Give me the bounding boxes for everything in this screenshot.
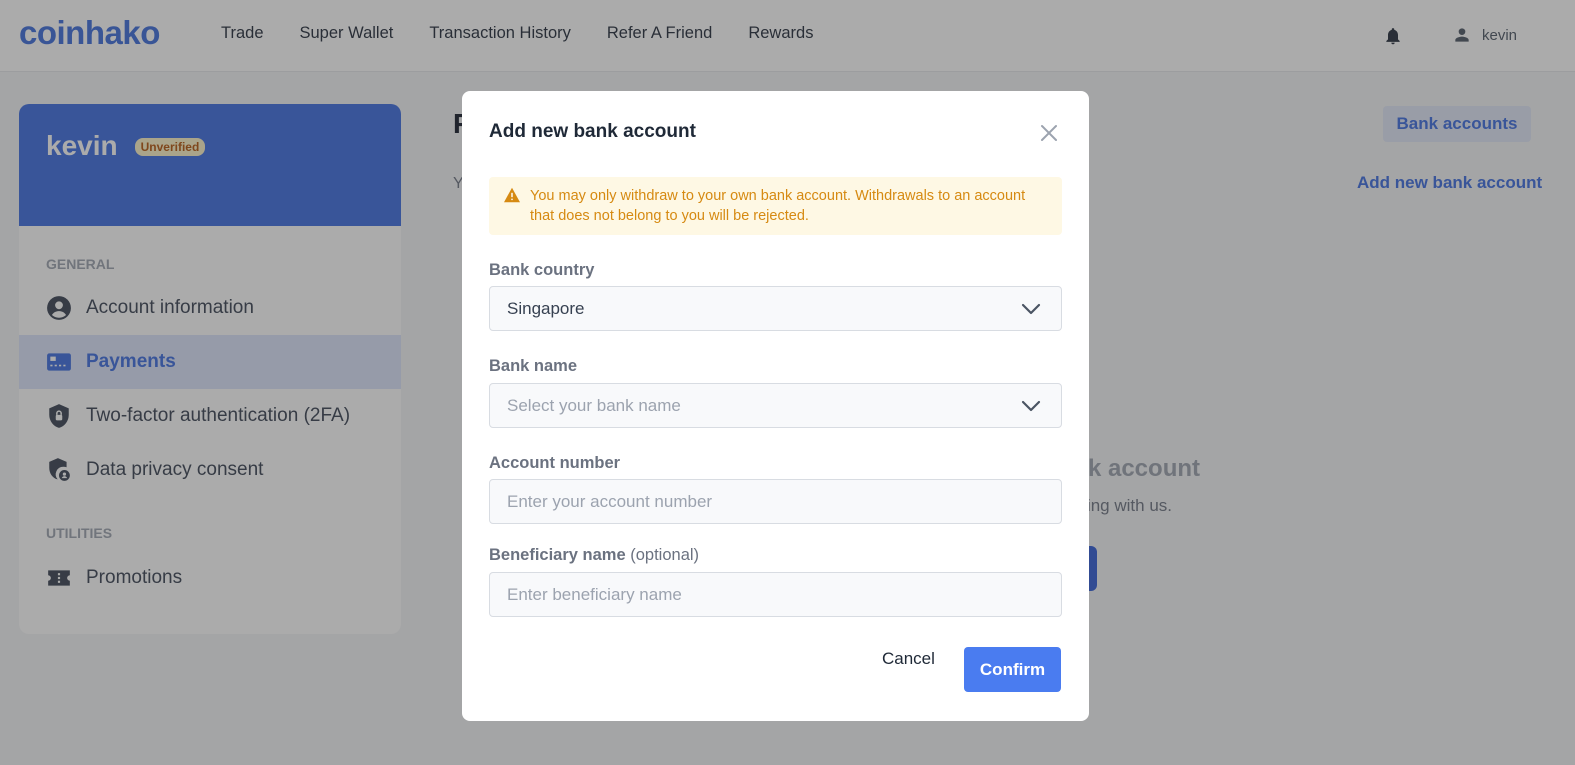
beneficiary-name-field[interactable] [489, 572, 1062, 617]
beneficiary-name-input[interactable] [507, 584, 1044, 605]
bank-country-label: Bank country [489, 261, 595, 279]
bank-name-placeholder: Select your bank name [507, 395, 681, 415]
close-icon[interactable] [1039, 123, 1059, 143]
bank-country-select[interactable]: Singapore [489, 286, 1062, 331]
warning-alert: You may only withdraw to your own bank a… [489, 177, 1062, 235]
warning-text: You may only withdraw to your own bank a… [530, 188, 1026, 224]
account-number-field[interactable] [489, 479, 1062, 524]
beneficiary-label-text: Beneficiary name [489, 546, 626, 564]
confirm-button[interactable]: Confirm [964, 647, 1061, 692]
account-number-label: Account number [489, 454, 621, 472]
bank-name-label: Bank name [489, 357, 578, 375]
beneficiary-name-label: Beneficiary name (optional) [489, 546, 699, 565]
warning-icon [504, 187, 520, 203]
account-number-input[interactable] [507, 491, 1044, 512]
chevron-down-icon [1021, 303, 1041, 315]
bank-country-value: Singapore [507, 298, 585, 318]
chevron-down-icon [1021, 400, 1041, 412]
modal-title: Add new bank account [489, 121, 696, 142]
add-bank-account-modal: Add new bank account You may only withdr… [462, 91, 1089, 721]
bank-name-select[interactable]: Select your bank name [489, 383, 1062, 428]
cancel-button[interactable]: Cancel [882, 649, 935, 669]
optional-suffix: (optional) [630, 546, 700, 564]
